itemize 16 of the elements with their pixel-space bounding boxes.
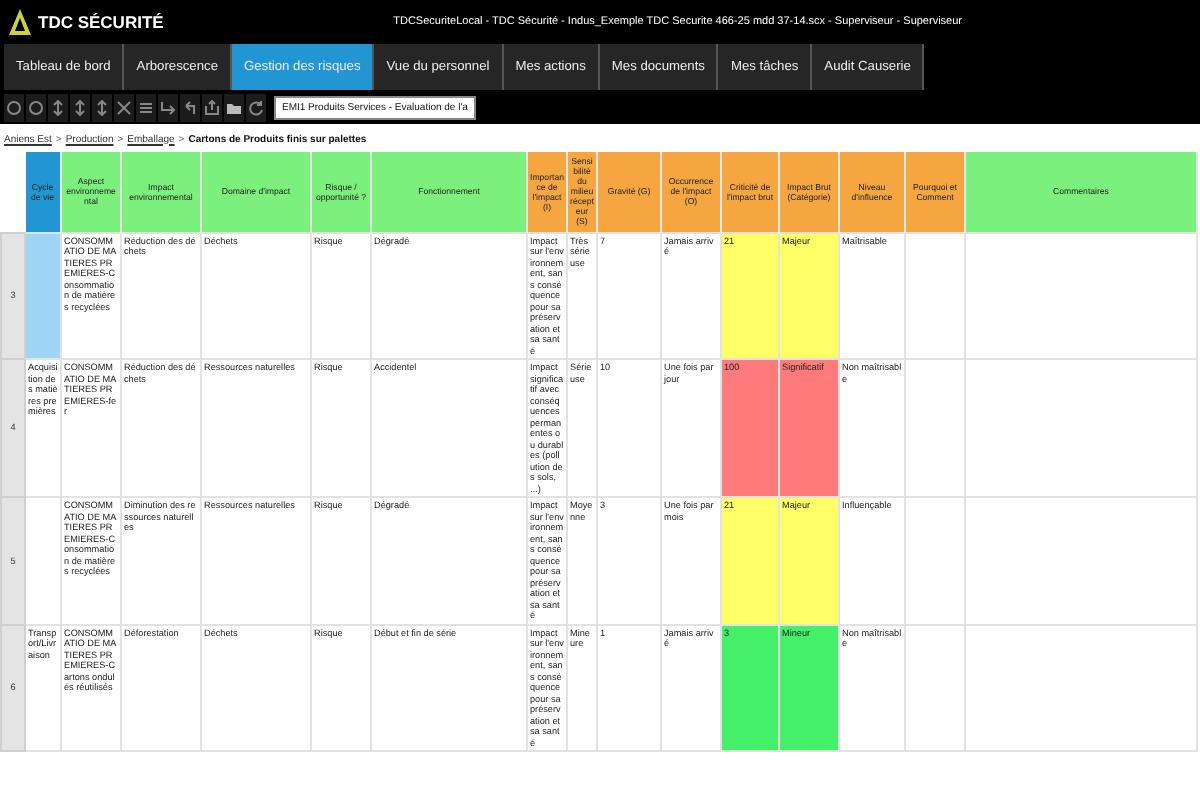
undo-icon[interactable] — [180, 93, 200, 121]
export-icon[interactable] — [202, 93, 222, 121]
table-cell — [905, 624, 965, 751]
flow-icon[interactable] — [158, 93, 178, 121]
table-cell — [905, 232, 965, 359]
logo-icon — [8, 8, 32, 36]
arrows-icon[interactable] — [70, 93, 90, 121]
table-cell — [905, 497, 965, 624]
table-cell — [905, 359, 965, 497]
arrows-icon[interactable] — [92, 93, 112, 121]
folder-icon[interactable] — [224, 93, 244, 121]
list-icon[interactable] — [136, 93, 156, 121]
app-logo: TDC SÉCURITÉ — [38, 12, 164, 32]
cross-icon[interactable] — [114, 93, 134, 121]
arrows-icon[interactable] — [48, 93, 68, 121]
refresh-icon[interactable] — [246, 93, 266, 121]
